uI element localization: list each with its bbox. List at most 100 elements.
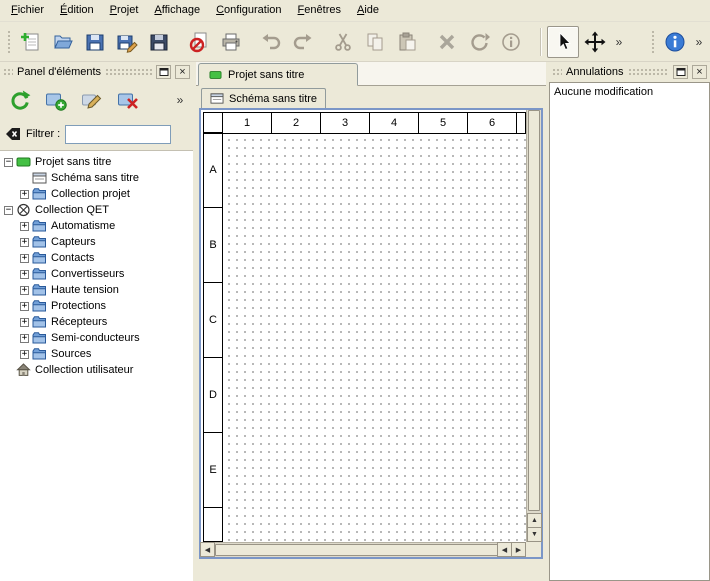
paste-button[interactable] <box>391 26 423 58</box>
save-icon <box>84 31 106 53</box>
collapse-expander-icon[interactable]: − <box>4 158 13 167</box>
save-all-button[interactable] <box>143 26 175 58</box>
save-button[interactable] <box>79 26 111 58</box>
delete-button[interactable] <box>431 26 463 58</box>
dock-grip[interactable] <box>3 68 13 76</box>
edit-element-button[interactable] <box>77 85 107 115</box>
tree-item-convertisseurs[interactable]: + Convertisseurs <box>0 266 193 282</box>
collapse-expander-icon[interactable]: − <box>4 206 13 215</box>
expand-expander-icon[interactable]: + <box>20 190 29 199</box>
cut-button[interactable] <box>327 26 359 58</box>
save-as-button[interactable] <box>111 26 143 58</box>
scroll-down-button[interactable]: ▼ <box>527 527 542 542</box>
expand-expander-icon[interactable]: + <box>20 286 29 295</box>
tree-item-collection-projet[interactable]: + Collection projet <box>0 186 193 202</box>
dock-float-button[interactable] <box>673 65 688 79</box>
schema-subwindow: Schéma sans titre 1 2 3 4 <box>199 88 543 559</box>
rotate-icon <box>468 31 490 53</box>
expand-expander-icon[interactable]: + <box>20 350 29 359</box>
close-file-button[interactable] <box>183 26 215 58</box>
toolbar-grip[interactable] <box>6 29 12 55</box>
print-button[interactable] <box>215 26 247 58</box>
menu-edition[interactable]: Édition <box>52 0 102 21</box>
expand-expander-icon[interactable]: + <box>20 302 29 311</box>
tree-item-label: Collection QET <box>35 202 109 218</box>
expand-expander-icon[interactable]: + <box>20 222 29 231</box>
scroll-left-button[interactable]: ◀ <box>200 542 215 557</box>
pan-mode-button[interactable] <box>579 26 611 58</box>
dock-float-button[interactable] <box>156 65 171 79</box>
undo-history-list[interactable]: Aucune modification <box>549 82 710 581</box>
tree-item-recepteurs[interactable]: + Récepteurs <box>0 314 193 330</box>
grid-row-header: C <box>203 282 223 358</box>
tree-item-schema[interactable]: Schéma sans titre <box>0 170 193 186</box>
toolbar-grip[interactable] <box>650 29 656 55</box>
tab-projet-sans-titre[interactable]: Projet sans titre <box>198 63 358 86</box>
menu-projet[interactable]: Projet <box>102 0 147 21</box>
copy-button[interactable] <box>359 26 391 58</box>
dock-close-button[interactable]: × <box>692 65 707 79</box>
undo-dock-titlebar[interactable]: Annulations × <box>549 62 710 82</box>
toolbar-overflow-button[interactable]: » <box>691 28 707 56</box>
menu-fenetres[interactable]: Fenêtres <box>290 0 349 21</box>
open-file-button[interactable] <box>47 26 79 58</box>
delete-element-button[interactable] <box>113 85 143 115</box>
row-headers: A B C D E <box>203 133 223 542</box>
tree-item-collection-qet[interactable]: − Collection QET <box>0 202 193 218</box>
redo-button[interactable] <box>287 26 319 58</box>
menu-fichier[interactable]: Fichier <box>3 0 52 21</box>
info-button[interactable] <box>495 26 527 58</box>
float-icon <box>676 67 686 77</box>
elements-panel-titlebar[interactable]: Panel d'éléments × <box>0 62 193 82</box>
expand-expander-icon[interactable]: + <box>20 318 29 327</box>
dock-grip[interactable] <box>628 68 670 76</box>
expand-expander-icon[interactable]: + <box>20 238 29 247</box>
tree-item-protections[interactable]: + Protections <box>0 298 193 314</box>
tree-item-automatisme[interactable]: + Automatisme <box>0 218 193 234</box>
tree-item-capteurs[interactable]: + Capteurs <box>0 234 193 250</box>
panel-toolbar-overflow-button[interactable]: » <box>172 86 188 114</box>
new-element-button[interactable] <box>41 85 71 115</box>
tree-item-contacts[interactable]: + Contacts <box>0 250 193 266</box>
reload-collections-button[interactable] <box>5 85 35 115</box>
scroll-up-button[interactable]: ▲ <box>527 513 542 528</box>
horizontal-scrollbar-thumb[interactable] <box>215 544 498 556</box>
tab-schema-sans-titre[interactable]: Schéma sans titre <box>201 88 326 108</box>
diagram-canvas[interactable]: 1 2 3 4 5 6 A <box>201 110 526 542</box>
menu-configuration[interactable]: Configuration <box>208 0 289 21</box>
schema-tabbar: Schéma sans titre <box>199 88 543 108</box>
undo-icon <box>260 31 282 53</box>
expand-expander-icon[interactable]: + <box>20 254 29 263</box>
diagram-body: A B C D E <box>203 133 526 542</box>
vertical-scrollbar-thumb[interactable] <box>528 110 540 511</box>
tree-item-semi-conducteurs[interactable]: + Semi-conducteurs <box>0 330 193 346</box>
rotate-button[interactable] <box>463 26 495 58</box>
tree-item-sources[interactable]: + Sources <box>0 346 193 362</box>
grid-dots-area[interactable] <box>222 133 526 542</box>
vertical-scrollbar[interactable]: ▲ ▼ <box>526 110 541 542</box>
info-icon <box>500 31 522 53</box>
file-tool-group <box>15 26 175 58</box>
dock-grip[interactable] <box>552 68 562 76</box>
tree-item-haute-tension[interactable]: + Haute tension <box>0 282 193 298</box>
menu-aide[interactable]: Aide <box>349 0 387 21</box>
tree-item-collection-utilisateur[interactable]: Collection utilisateur <box>0 362 193 378</box>
dock-grip[interactable] <box>105 68 152 76</box>
clear-filter-button[interactable] <box>5 126 21 142</box>
filter-input[interactable] <box>65 125 171 144</box>
about-button[interactable] <box>659 26 691 58</box>
scroll-right-button[interactable]: ▶ <box>511 542 526 557</box>
expand-expander-icon[interactable]: + <box>20 334 29 343</box>
new-file-button[interactable] <box>15 26 47 58</box>
tree-item-label: Projet sans titre <box>35 154 111 170</box>
expand-expander-icon[interactable]: + <box>20 270 29 279</box>
print-tool-group <box>183 26 247 58</box>
scroll-left-button[interactable]: ◀ <box>497 542 512 557</box>
dock-close-button[interactable]: × <box>175 65 190 79</box>
toolbar-overflow-button[interactable]: » <box>611 28 627 56</box>
tree-item-project[interactable]: − Projet sans titre <box>0 154 193 170</box>
menu-affichage[interactable]: Affichage <box>146 0 208 21</box>
horizontal-scrollbar[interactable]: ◀ ◀ ▶ <box>201 542 526 557</box>
undo-button[interactable] <box>255 26 287 58</box>
select-mode-button[interactable] <box>547 26 579 58</box>
